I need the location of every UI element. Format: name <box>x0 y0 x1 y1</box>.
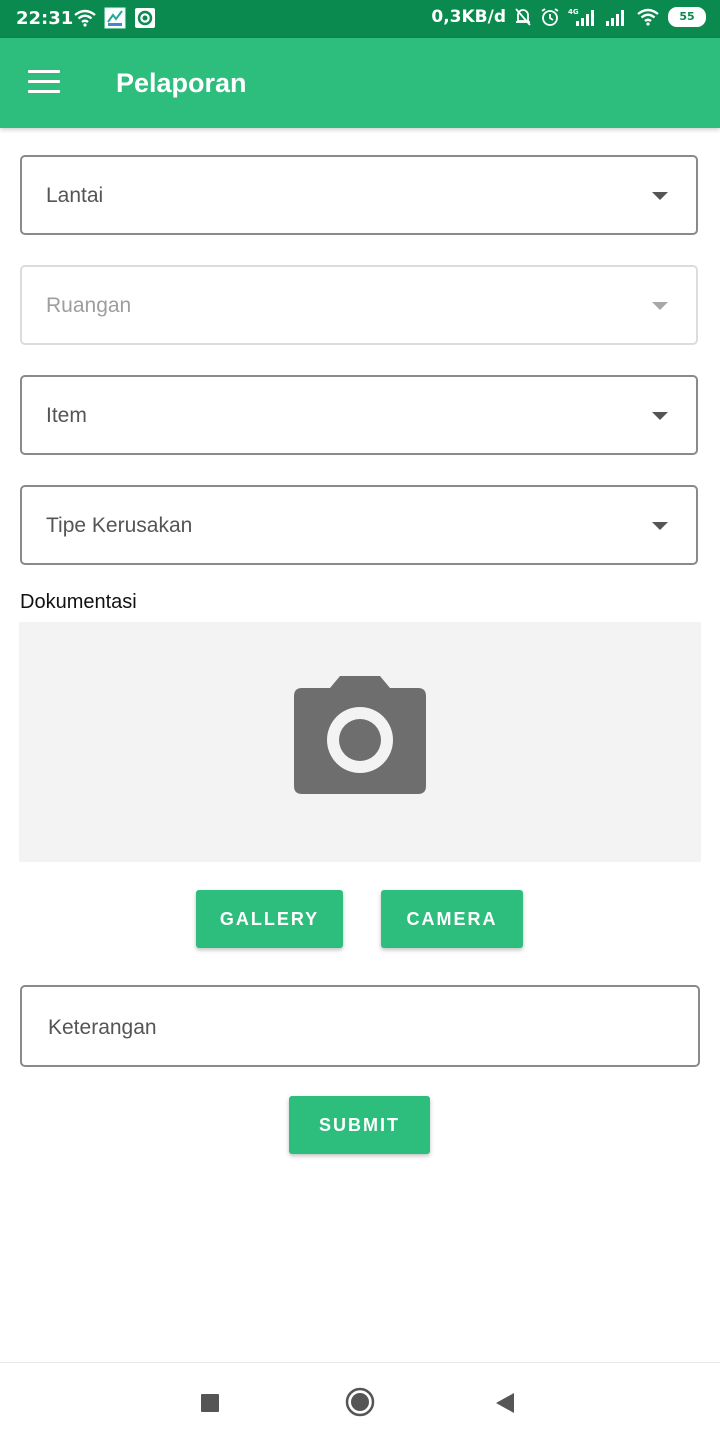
signal-icon <box>606 10 624 26</box>
keterangan-input[interactable] <box>46 1011 670 1045</box>
camera-icon <box>294 676 426 794</box>
status-bar: 22:31 0,3KB/d 4G 55 <box>0 0 720 38</box>
alarm-icon <box>541 8 559 26</box>
ruangan-dropdown[interactable]: Ruangan <box>20 265 698 345</box>
keterangan-field <box>20 985 700 1067</box>
signal-4g-icon: 4G <box>568 8 594 26</box>
lantai-dropdown[interactable]: Lantai <box>20 155 698 235</box>
svg-text:4G: 4G <box>568 8 579 16</box>
net-speed: 0,3KB/d <box>431 7 506 27</box>
mute-bell-icon <box>515 8 531 26</box>
submit-button[interactable]: SUBMIT <box>289 1096 430 1154</box>
item-dropdown[interactable]: Item <box>20 375 698 455</box>
dropdown-arrow-icon <box>652 522 668 530</box>
page-title: Pelaporan <box>116 68 247 98</box>
camera-button[interactable]: CAMERA <box>381 890 523 948</box>
app-notification-icon <box>104 7 126 29</box>
hamburger-menu-icon[interactable] <box>28 70 62 96</box>
dokumentasi-label: Dokumentasi <box>20 591 137 613</box>
photo-preview-area[interactable] <box>19 622 701 862</box>
app-bar: Pelaporan <box>0 38 720 128</box>
lantai-label: Lantai <box>46 184 104 207</box>
dropdown-arrow-icon <box>652 302 668 310</box>
tipe-kerusakan-dropdown[interactable]: Tipe Kerusakan <box>20 485 698 565</box>
back-icon[interactable] <box>494 1391 516 1415</box>
dropdown-arrow-icon <box>652 192 668 200</box>
ruangan-label: Ruangan <box>46 294 132 317</box>
item-label: Item <box>46 404 87 427</box>
tipe-kerusakan-label: Tipe Kerusakan <box>46 514 193 537</box>
status-time: 22:31 <box>16 8 74 29</box>
home-icon[interactable] <box>345 1387 375 1417</box>
app-notification-icon-2 <box>135 8 155 28</box>
dropdown-arrow-icon <box>652 412 668 420</box>
system-nav-bar <box>0 1362 720 1441</box>
recent-apps-icon[interactable] <box>201 1394 219 1412</box>
wifi-icon <box>74 9 96 27</box>
battery-icon: 55 <box>668 7 706 27</box>
wifi-icon <box>637 8 659 26</box>
gallery-button[interactable]: GALLERY <box>196 890 343 948</box>
